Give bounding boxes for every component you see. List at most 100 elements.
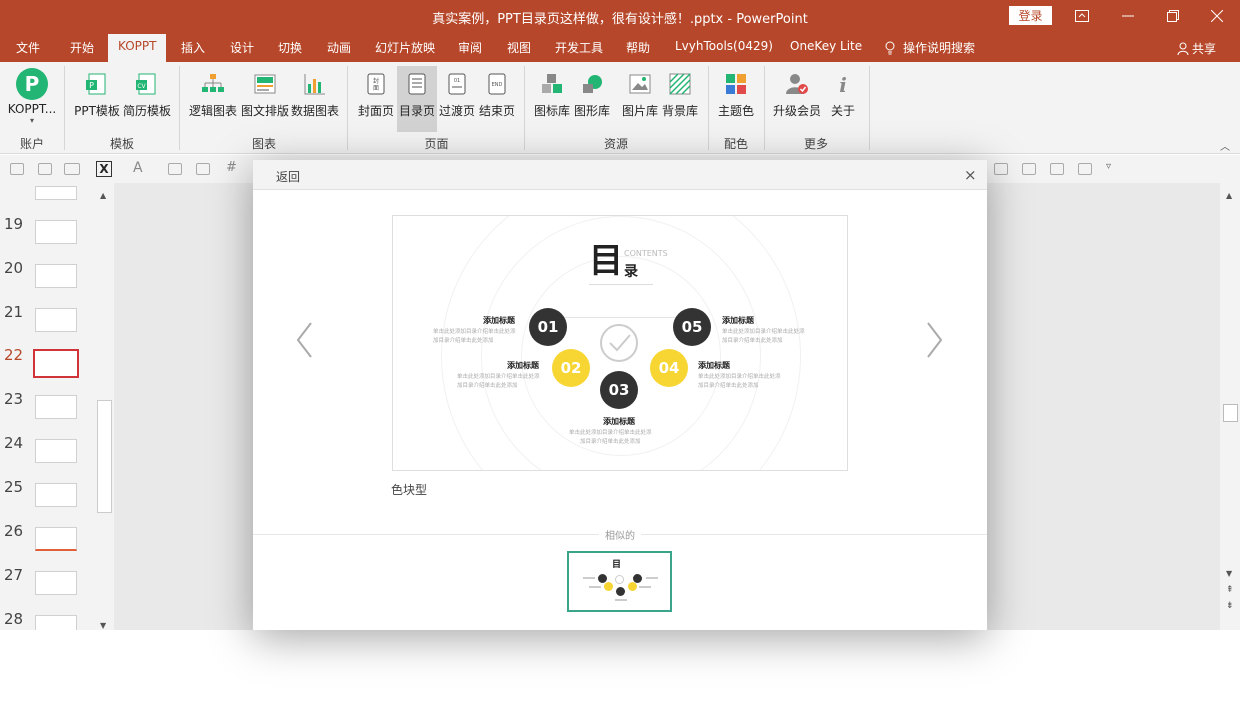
tab-animations[interactable]: 动画 [327,39,351,56]
logic-chart-button[interactable]: 逻辑图表 [188,66,238,132]
tab-onekey[interactable]: OneKey Lite [790,39,862,53]
tab-developer[interactable]: 开发工具 [555,39,603,56]
group-label-account: 账户 [19,137,44,151]
ribbon-display-icon [1075,10,1089,22]
mini-text [589,586,601,588]
background-library-button[interactable]: 背景库 [660,66,700,132]
slide-thumbnail[interactable] [35,527,77,551]
scroll-up-icon[interactable]: ▲ [100,191,106,200]
tab-insert[interactable]: 插入 [181,39,205,56]
minimize-button[interactable] [1105,0,1151,32]
toolbar-download-icon[interactable] [1078,163,1092,175]
template-preview[interactable]: 目 录 CONTENTS 01 02 03 04 05 添加标题 单击此处添加目… [392,215,848,471]
share-button[interactable]: 共享 [1177,40,1216,57]
toolbar-copy-icon[interactable] [38,163,52,175]
theme-color-button[interactable]: 主题色 [715,66,757,132]
background-pattern-icon [668,72,692,96]
customize-toolbar-icon[interactable]: ▿ [1106,161,1111,172]
template-name: 色块型 [391,483,428,497]
toc-page-button[interactable]: 目录页 [397,66,437,132]
data-chart-button[interactable]: 数据图表 [290,66,340,132]
slide-number: 24 [4,434,24,452]
collapse-ribbon-icon[interactable]: ︿ [1220,138,1230,153]
restore-button[interactable] [1150,0,1196,32]
next-slide-icon[interactable]: ⇟ [1226,601,1234,611]
item-desc-01: 单击此处添加目录介绍单击此处添 加目录介绍单击此处添加 [433,329,516,344]
similar-template-thumbnail[interactable]: 目 [567,551,672,612]
tab-view[interactable]: 视图 [507,39,531,56]
toolbar-align-icon[interactable] [994,163,1008,175]
toolbar-x-icon[interactable]: X [96,161,112,177]
thumbnail-scroll-thumb[interactable] [97,400,112,513]
svg-text:CV: CV [137,83,146,90]
scroll-down-icon[interactable]: ▼ [1226,569,1232,578]
end-page-button[interactable]: END 结束页 [477,66,517,132]
group-label-more: 更多 [803,137,828,151]
cover-page-button[interactable]: 封面 封面页 [356,66,396,132]
toolbar-frame-icon[interactable] [64,163,80,175]
tell-me-search[interactable]: 操作说明搜索 [885,39,975,56]
tab-lvyhtools[interactable]: LvyhTools(0429) [675,39,773,53]
slide-thumbnail[interactable] [35,186,77,200]
scroll-up-icon[interactable]: ▲ [1226,191,1232,200]
group-separator [64,66,65,150]
tab-koppt[interactable]: KOPPT [108,34,167,62]
group-separator [524,66,525,150]
slide-scroll-thumb[interactable] [1223,404,1238,422]
toolbar-upload-icon[interactable] [1050,163,1064,175]
transition-page-button[interactable]: 01 过渡页 [437,66,477,132]
tab-transitions[interactable]: 切换 [278,39,302,56]
toolbar-print-icon[interactable] [1022,163,1036,175]
shape-library-button[interactable]: 图形库 [572,66,612,132]
tab-design[interactable]: 设计 [230,39,254,56]
toolbar-picture-icon[interactable] [196,163,210,175]
mini-title: 目 [612,560,622,570]
item-title-01: 添加标题 [483,316,515,325]
toolbar-lock-icon[interactable] [10,163,24,175]
close-button[interactable] [1194,0,1240,32]
ppt-template-button[interactable]: P PPT模板 [72,66,122,132]
tab-help[interactable]: 帮助 [626,39,650,56]
toolbar-font-icon[interactable]: A [133,160,143,176]
svg-text:i: i [839,73,847,96]
slide-thumbnail-current[interactable] [33,349,79,378]
item-number-04: 04 [650,349,688,387]
ribbon-display-button[interactable] [1059,0,1105,32]
slide-thumbnail[interactable] [35,264,77,288]
picture-library-button[interactable]: 图片库 [620,66,660,132]
about-button[interactable]: i 关于 [826,66,860,132]
tab-slideshow[interactable]: 幻灯片放映 [375,39,435,56]
toc-page-icon [405,72,429,96]
previous-arrow-icon[interactable] [295,320,315,360]
slide-thumbnail[interactable] [35,308,77,332]
koppt-account-button[interactable]: P KOPPT... ▾ [6,66,58,132]
tab-file[interactable]: 文件 [16,39,40,56]
upgrade-member-button[interactable]: 升级会员 [771,66,823,132]
scroll-down-icon[interactable]: ▼ [100,621,106,630]
group-label-color: 配色 [723,137,748,151]
login-button[interactable]: 登录 [1009,6,1052,25]
slide-thumbnail[interactable] [35,395,77,419]
slide-thumbnail[interactable] [35,615,77,630]
chevron-down-icon: ▾ [29,116,34,125]
connector-line [549,317,694,318]
resume-template-button[interactable]: CV 简历模板 [122,66,172,132]
background-library-label: 背景库 [661,104,698,118]
tab-review[interactable]: 审阅 [458,39,482,56]
tab-home[interactable]: 开始 [70,39,94,56]
slide-thumbnail[interactable] [35,439,77,463]
slide-thumbnail[interactable] [35,220,77,244]
toolbar-eyedropper-icon[interactable] [168,163,182,175]
preview-contents-label: CONTENTS [624,249,668,258]
slide-thumbnail[interactable] [35,483,77,507]
icon-library-button[interactable]: 图标库 [532,66,572,132]
slide-thumbnail[interactable] [35,571,77,595]
dialog-close-button[interactable]: × [964,166,977,184]
image-text-layout-label: 图文排版 [240,104,289,118]
toolbar-hash-icon[interactable]: # [226,160,237,175]
item-desc-03: 单击此处添加目录介绍单击此处添 加目录介绍单击此处添加 [569,430,652,445]
back-button[interactable]: 返回 [276,168,300,185]
next-arrow-icon[interactable] [924,320,944,360]
image-text-layout-button[interactable]: 图文排版 [240,66,290,132]
previous-slide-icon[interactable]: ⇞ [1226,585,1234,595]
